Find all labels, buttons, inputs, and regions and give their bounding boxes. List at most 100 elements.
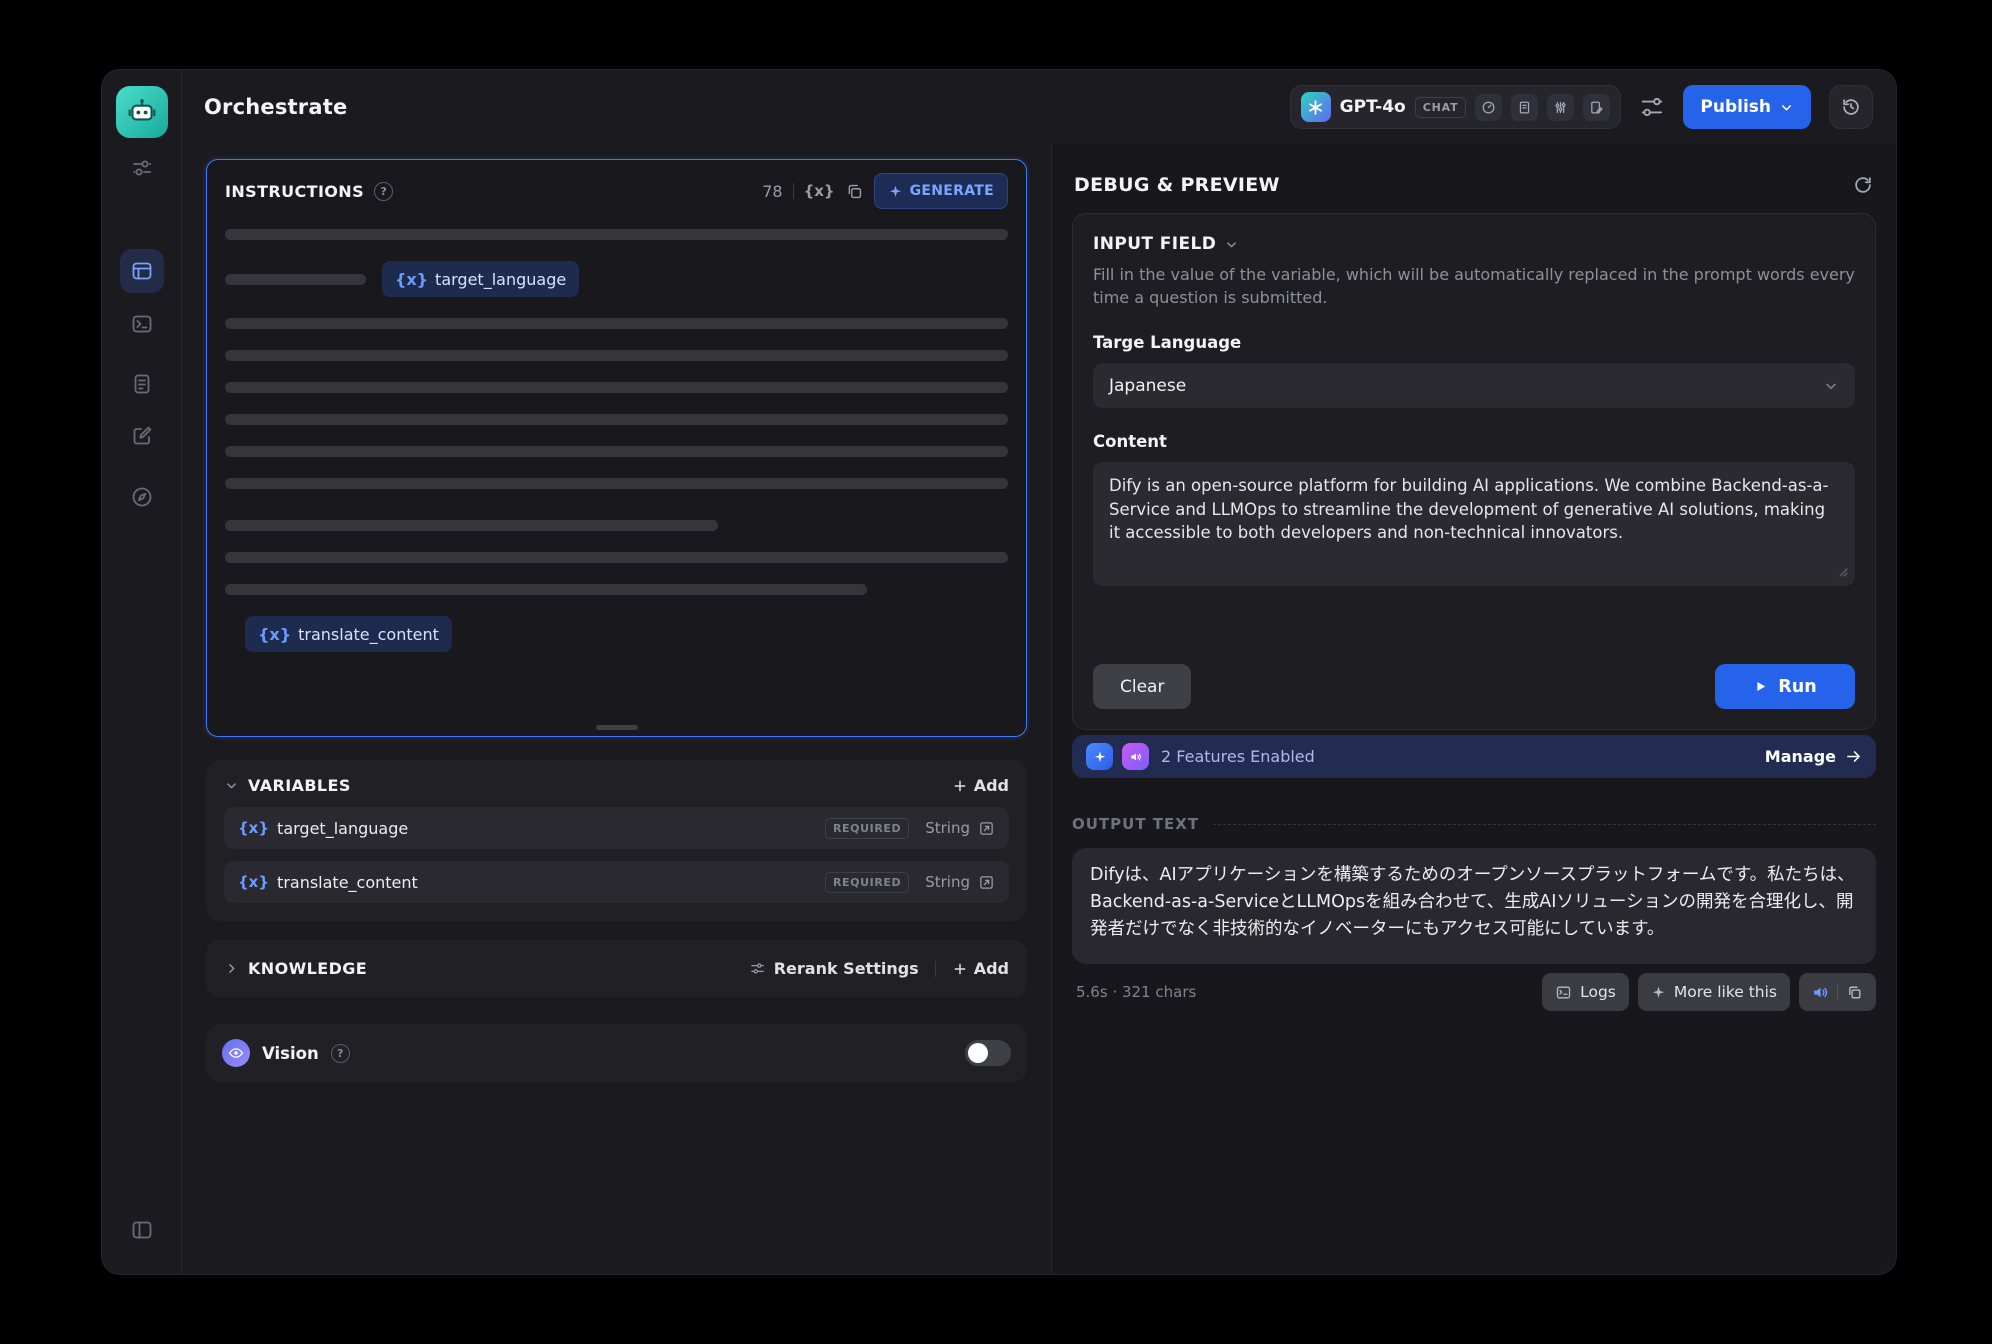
content-textarea[interactable]: Dify is an open-source platform for buil… (1093, 462, 1855, 586)
add-label: Add (974, 959, 1009, 978)
insert-variable-icon[interactable]: {x} (804, 182, 835, 200)
char-count: 78 (762, 182, 782, 201)
skeleton-line (225, 584, 867, 595)
chevron-down-icon[interactable] (224, 778, 239, 793)
generate-button[interactable]: GENERATE (874, 173, 1008, 209)
add-knowledge-button[interactable]: Add (952, 959, 1009, 978)
orchestrate-panel: INSTRUCTIONS ? 78 {x} (182, 144, 1051, 1274)
variable-tag-translate-content[interactable]: {x} translate_content (245, 616, 452, 652)
rerank-settings-button[interactable]: Rerank Settings (749, 959, 919, 978)
add-variable-button[interactable]: Add (952, 776, 1009, 795)
edit-field-icon[interactable] (978, 874, 995, 891)
debug-title: DEBUG & PREVIEW (1074, 174, 1280, 196)
sparkle-icon (1651, 985, 1666, 1000)
history-button[interactable] (1829, 85, 1873, 129)
variable-tag-label: target_language (435, 270, 566, 289)
prompt-skeleton: {x} target_language (207, 209, 1026, 652)
skeleton-line (225, 382, 1008, 393)
page-title: Orchestrate (204, 95, 347, 119)
openai-logo-icon (1301, 92, 1331, 122)
plus-icon (952, 778, 968, 794)
variable-type: String (925, 873, 970, 891)
speaker-icon[interactable] (1804, 977, 1837, 1007)
knowledge-section: KNOWLEDGE Rerank Settings (206, 940, 1027, 997)
copy-output-icon[interactable] (1838, 977, 1871, 1007)
chevron-down-icon (1823, 378, 1839, 394)
gauge-icon (1475, 94, 1502, 121)
more-like-this-label: More like this (1674, 983, 1777, 1001)
variable-row[interactable]: {x} target_language REQUIRED String (224, 807, 1009, 849)
variable-icon: {x} (238, 873, 269, 891)
history-icon (1840, 96, 1862, 118)
restart-icon[interactable] (1852, 174, 1874, 196)
model-name: GPT-4o (1340, 97, 1406, 117)
features-bar: 2 Features Enabled Manage (1072, 735, 1876, 778)
vision-toggle[interactable] (965, 1040, 1011, 1066)
sidebar-item-monitoring[interactable] (130, 485, 154, 509)
screen: { "icons": { "variable_glyph": "{x}" }, … (0, 0, 1992, 1344)
app-avatar[interactable] (116, 86, 168, 138)
vision-section: Vision ? (206, 1024, 1027, 1082)
variables-title: VARIABLES (248, 776, 351, 795)
help-icon[interactable]: ? (374, 182, 393, 201)
output-stats: 5.6s · 321 chars (1076, 983, 1196, 1001)
clear-button[interactable]: Clear (1093, 664, 1191, 709)
logs-button[interactable]: Logs (1542, 973, 1629, 1011)
skeleton-line (225, 520, 718, 531)
plus-icon (952, 961, 968, 977)
skeleton-line (225, 350, 1008, 361)
chevron-down-icon (1779, 100, 1794, 115)
robot-icon (125, 95, 159, 129)
output-text-title: OUTPUT TEXT (1072, 815, 1199, 833)
sidebar-item-annotation[interactable] (130, 424, 154, 448)
help-icon[interactable]: ? (331, 1044, 350, 1063)
input-field-title: INPUT FIELD (1093, 234, 1216, 254)
content-field-label: Content (1093, 432, 1855, 451)
vision-title: Vision (262, 1044, 319, 1063)
input-field-description: Fill in the value of the variable, which… (1093, 264, 1855, 309)
generate-label: GENERATE (910, 183, 994, 199)
sidebar-item-orchestrate[interactable] (120, 249, 164, 293)
instructions-title: INSTRUCTIONS (225, 182, 364, 201)
tune-icon[interactable] (130, 156, 154, 180)
more-like-this-button[interactable]: More like this (1638, 973, 1790, 1011)
required-badge: REQUIRED (825, 872, 909, 893)
features-enabled-label: 2 Features Enabled (1161, 747, 1315, 766)
chevron-right-icon[interactable] (224, 961, 239, 976)
publish-button[interactable]: Publish (1683, 85, 1811, 129)
skeleton-line (225, 274, 366, 285)
knowledge-title: KNOWLEDGE (248, 959, 367, 978)
copy-icon[interactable] (845, 182, 864, 201)
variable-tag-target-language[interactable]: {x} target_language (382, 261, 579, 297)
input-field-card: INPUT FIELD Fill in the value of the var… (1072, 213, 1876, 730)
manage-features-button[interactable]: Manage (1765, 747, 1862, 766)
model-params-icon[interactable] (1639, 94, 1665, 120)
skeleton-line (225, 414, 1008, 425)
run-button[interactable]: Run (1715, 664, 1855, 709)
instructions-editor[interactable]: INSTRUCTIONS ? 78 {x} (206, 159, 1027, 737)
skeleton-line (225, 318, 1008, 329)
add-label: Add (974, 776, 1009, 795)
chevron-down-icon (1224, 237, 1239, 252)
required-badge: REQUIRED (825, 818, 909, 839)
input-field-header[interactable]: INPUT FIELD (1093, 234, 1855, 254)
debug-panel: DEBUG & PREVIEW INPUT FIELD Fill (1051, 144, 1896, 1274)
variable-row[interactable]: {x} translate_content REQUIRED String (224, 861, 1009, 903)
variable-tag-label: translate_content (298, 625, 439, 644)
notes-icon (1583, 94, 1610, 121)
skeleton-line (225, 552, 1008, 563)
sparkle-icon (888, 184, 903, 199)
sidebar-item-logs[interactable] (130, 372, 154, 396)
collapse-sidebar-icon[interactable] (130, 1218, 154, 1242)
variable-name: target_language (277, 819, 408, 838)
resize-handle[interactable] (596, 725, 638, 730)
language-field-label: Targe Language (1093, 333, 1855, 352)
edit-field-icon[interactable] (978, 820, 995, 837)
model-selector[interactable]: GPT-4o CHAT (1290, 85, 1622, 129)
output-message: Difyは、AIアプリケーションを構築するためのオープンソースプラットフォームで… (1072, 848, 1876, 964)
sidebar-item-terminal[interactable] (130, 312, 154, 336)
document-icon (1511, 94, 1538, 121)
skeleton-line (225, 478, 1008, 489)
publish-label: Publish (1700, 97, 1771, 117)
language-select[interactable]: Japanese (1093, 363, 1855, 408)
